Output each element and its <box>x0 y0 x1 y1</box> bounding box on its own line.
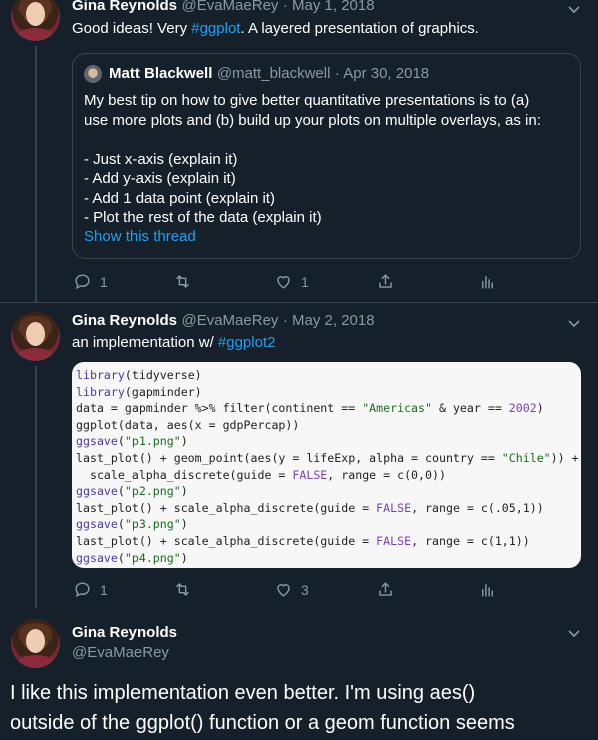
reply-button[interactable]: 1 <box>73 580 108 599</box>
quote-avatar <box>84 65 102 83</box>
code-line: ggsave("p2.png") <box>76 484 188 499</box>
code-line: last_plot() + scale_alpha_discrete(guide… <box>76 500 544 515</box>
author-name[interactable]: Gina Reynolds <box>72 312 177 329</box>
analytics-button[interactable] <box>478 272 497 291</box>
thread-line <box>35 46 37 302</box>
hashtag-link[interactable]: #ggplot <box>191 20 240 37</box>
code-line: ggplot(data, aes(x = gdpPercap)) <box>76 417 300 432</box>
reply-icon <box>75 582 90 598</box>
chevron-down-icon[interactable] <box>567 316 581 330</box>
analytics-button[interactable] <box>478 580 497 599</box>
like-button[interactable]: 3 <box>274 580 309 599</box>
thread-line <box>35 366 37 608</box>
author-name[interactable]: Gina Reynolds <box>72 0 177 14</box>
reply-count: 1 <box>100 273 108 290</box>
tweet-date[interactable]: · May 2, 2018 <box>283 312 375 329</box>
author-name[interactable]: Gina Reynolds <box>72 624 177 641</box>
analytics-icon <box>482 584 493 597</box>
tweet-divider <box>0 302 598 303</box>
analytics-icon <box>482 276 493 289</box>
retweet-icon <box>176 275 189 288</box>
chevron-down-icon[interactable] <box>567 2 581 16</box>
author-handle[interactable]: @EvaMaeRey <box>181 312 278 329</box>
retweet-icon <box>176 583 189 596</box>
tweet-text: Good ideas! Very #ggplot. A layered pres… <box>72 20 479 37</box>
like-button[interactable]: 1 <box>274 272 309 291</box>
code-line: last_plot() + geom_point(aes(y = lifeExp… <box>76 450 579 465</box>
quote-date: · Apr 30, 2018 <box>334 65 430 82</box>
retweet-button[interactable] <box>173 580 192 599</box>
share-button[interactable] <box>376 580 395 599</box>
code-screenshot[interactable]: library(tidyverse) library(gapminder) da… <box>72 362 581 568</box>
avatar[interactable] <box>11 0 60 41</box>
hashtag-link[interactable]: #ggplot2 <box>218 334 276 351</box>
code-line: library(tidyverse) <box>76 368 202 382</box>
quote-text: My best tip on how to give better quanti… <box>84 92 541 226</box>
code-line: library(gapminder) <box>76 384 202 399</box>
show-thread-link[interactable]: Show this thread <box>84 228 196 245</box>
author-handle[interactable]: @EvaMaeRey <box>72 644 169 661</box>
code-line: ggsave("p3.png") <box>76 517 188 532</box>
author-handle[interactable]: @EvaMaeRey <box>181 0 278 14</box>
retweet-button[interactable] <box>173 272 192 291</box>
avatar[interactable] <box>11 619 60 668</box>
tweet-text: I like this implementation even better. … <box>10 682 515 734</box>
quote-author-name: Matt Blackwell <box>109 65 213 82</box>
code-line: last_plot() + scale_alpha_discrete(guide… <box>76 533 530 548</box>
heart-icon <box>277 276 290 289</box>
share-icon <box>379 582 392 596</box>
code-line: scale_alpha_discrete(guide = FALSE, rang… <box>76 467 446 482</box>
reply-icon <box>75 274 90 290</box>
code-line: ggsave("p1.png") <box>76 434 188 449</box>
share-icon <box>379 274 392 288</box>
reply-count: 1 <box>100 581 108 598</box>
reply-button[interactable]: 1 <box>73 272 108 291</box>
heart-icon <box>277 584 290 597</box>
tweet-date[interactable]: · May 1, 2018 <box>283 0 375 14</box>
share-button[interactable] <box>376 272 395 291</box>
quote-author-handle: @matt_blackwell <box>216 65 331 82</box>
like-count: 3 <box>301 581 309 598</box>
tweet-text: an implementation w/ #ggplot2 <box>72 334 276 351</box>
chevron-down-icon[interactable] <box>567 626 581 640</box>
like-count: 1 <box>301 273 309 290</box>
code-line: ggsave("p4.png") <box>76 550 188 565</box>
code-line: data = gapminder %>% filter(continent ==… <box>76 401 544 416</box>
quoted-tweet[interactable]: Matt Blackwell @matt_blackwell · Apr 30,… <box>72 53 581 259</box>
avatar[interactable] <box>11 312 60 361</box>
